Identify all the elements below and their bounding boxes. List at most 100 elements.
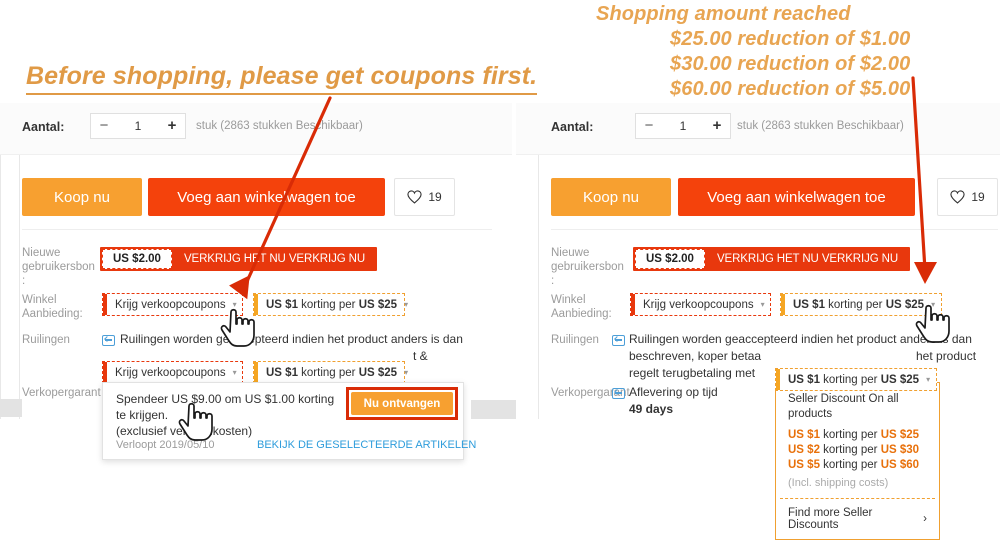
stock-availability-text: stuk (2863 stukken Beschikbaar) bbox=[737, 120, 904, 132]
new-user-coupon-action[interactable]: VERKRIJG HET NU VERKRIJG NU bbox=[172, 247, 377, 271]
exchange-icon bbox=[102, 335, 115, 346]
discount-threshold: US $25 bbox=[358, 298, 398, 311]
find-more-seller-discounts-link[interactable]: Find more Seller Discounts › bbox=[776, 499, 939, 539]
chip-accent-bar bbox=[776, 369, 780, 390]
discount-amount: US $1 bbox=[788, 373, 820, 386]
coupon-popup-text: Spendeer US $9.00 om US $1.00 korting te… bbox=[116, 391, 346, 439]
seller-guarantee-label: Verkopergarant bbox=[22, 387, 101, 399]
quantity-increment-button[interactable]: + bbox=[159, 114, 185, 138]
exchange-policy-text: Ruilingen worden geaccepteerd indien het… bbox=[120, 332, 463, 346]
get-coupons-dropdown-open[interactable]: Krijg verkoopcoupons ▾ bbox=[102, 361, 243, 384]
chip-accent-bar bbox=[254, 362, 258, 383]
quantity-label: Aantal: bbox=[551, 120, 594, 134]
exchange-policy-line-1: Ruilingen worden geaccepteerd indien het… bbox=[629, 332, 972, 346]
divider bbox=[551, 229, 998, 230]
exchange-label: Ruilingen bbox=[22, 334, 70, 346]
chevron-down-icon: ▾ bbox=[931, 299, 936, 309]
quantity-increment-button[interactable]: + bbox=[704, 114, 730, 138]
wishlist-count: 19 bbox=[428, 190, 442, 204]
quantity-value[interactable]: 1 bbox=[662, 119, 704, 133]
get-now-highlight-box: Nu ontvangen bbox=[346, 387, 458, 420]
discount-threshold: US $25 bbox=[885, 298, 925, 311]
discount-threshold: US $25 bbox=[358, 366, 398, 379]
product-panel-left: Aantal: − 1 + stuk (2863 stukken Beschik… bbox=[0, 103, 512, 419]
new-user-coupon[interactable]: US $2.00 VERKRIJG HET NU VERKRIJG NU bbox=[633, 247, 911, 271]
seller-discount-dropdown-label: US $1 korting per US $25 bbox=[266, 299, 397, 311]
exchange-policy-line-3: regelt terugbetaling met bbox=[629, 366, 756, 380]
discount-amount: US $1 bbox=[793, 298, 825, 311]
chip-accent-bar bbox=[254, 294, 258, 315]
divider bbox=[22, 229, 492, 230]
quantity-value[interactable]: 1 bbox=[117, 119, 159, 133]
heart-icon bbox=[950, 190, 965, 204]
seller-discount-shipping-note: (Incl. shipping costs) bbox=[788, 477, 889, 489]
quantity-stepper[interactable]: − 1 + bbox=[90, 113, 186, 139]
coupon-detail-popup: Spendeer US $9.00 om US $1.00 korting te… bbox=[102, 382, 476, 460]
exchange-policy-line-2: beschreven, koper betaa bbox=[629, 349, 762, 363]
buy-now-button[interactable]: Koop nu bbox=[551, 178, 671, 216]
new-user-coupon-label: Nieuwe gebruikersbon : bbox=[551, 247, 624, 287]
seller-discount-dropdown[interactable]: US $1 korting per US $25 ▾ bbox=[780, 293, 942, 316]
chevron-right-icon: › bbox=[923, 513, 927, 525]
seller-discount-dropdown[interactable]: US $1 korting per US $25 ▾ bbox=[253, 293, 409, 316]
new-user-coupon-amount: US $2.00 bbox=[635, 249, 705, 269]
quantity-label: Aantal: bbox=[22, 120, 65, 134]
new-user-coupon-label: Nieuwe gebruikersbon : bbox=[22, 247, 95, 287]
wishlist-button[interactable]: 19 bbox=[937, 178, 998, 216]
new-user-coupon[interactable]: US $2.00 VERKRIJG HET NU VERKRIJG NU bbox=[100, 247, 378, 271]
tier-amount: US $1 bbox=[788, 429, 820, 441]
placeholder-bar-right bbox=[0, 399, 22, 417]
store-offer-label: Winkel Aanbieding: bbox=[22, 294, 83, 320]
wishlist-count: 19 bbox=[971, 190, 985, 204]
annotation-right-line-3: $60.00 reduction of $5.00 bbox=[670, 78, 911, 100]
tier-text: korting per bbox=[819, 444, 881, 456]
quantity-row-right: Aantal: − 1 + stuk (2863 stukken Beschik… bbox=[516, 103, 1000, 155]
get-coupons-dropdown[interactable]: Krijg verkoopcoupons ▾ bbox=[102, 293, 243, 316]
tier-amount: US $2 bbox=[788, 444, 820, 456]
wishlist-button[interactable]: 19 bbox=[394, 178, 455, 216]
chevron-down-icon: ▾ bbox=[404, 367, 409, 377]
seller-discount-dropdown-duplicate[interactable]: US $1 korting per US $25 ▾ bbox=[253, 361, 409, 384]
quantity-decrement-button[interactable]: − bbox=[91, 114, 117, 138]
quantity-row: Aantal: − 1 + stuk (2863 stukken Beschik… bbox=[0, 103, 512, 155]
tier-text: korting per bbox=[819, 429, 881, 441]
get-coupons-dropdown[interactable]: Krijg verkoopcoupons ▾ bbox=[630, 293, 771, 316]
seller-discount-tier: US $1 korting per US $25 bbox=[776, 428, 939, 443]
new-user-coupon-amount: US $2.00 bbox=[102, 249, 172, 269]
quantity-stepper[interactable]: − 1 + bbox=[635, 113, 731, 139]
chip-accent-bar bbox=[103, 294, 107, 315]
discount-middle: korting per bbox=[824, 298, 886, 311]
seller-discount-tier: US $2 korting per US $30 bbox=[776, 443, 939, 458]
exchange-label: Ruilingen bbox=[551, 334, 599, 346]
exchange-policy-line-2-tail: het product bbox=[916, 349, 977, 363]
delivery-label: Aflevering op tijd bbox=[629, 385, 718, 399]
coupon-popup-line-3: (exclusief verzendkosten) bbox=[116, 424, 253, 438]
chevron-down-icon: ▾ bbox=[760, 299, 765, 309]
seller-discount-dropdown-open[interactable]: US $1 korting per US $25 ▾ bbox=[775, 368, 937, 391]
chip-accent-bar bbox=[631, 294, 635, 315]
buy-now-button[interactable]: Koop nu bbox=[22, 178, 142, 216]
tier-threshold: US $60 bbox=[880, 459, 920, 471]
discount-middle: korting per bbox=[297, 366, 359, 379]
chevron-down-icon: ▾ bbox=[232, 367, 237, 377]
discount-middle: korting per bbox=[819, 373, 881, 386]
discount-amount: US $1 bbox=[266, 366, 298, 379]
coupon-popup-line-2: krijgen. bbox=[129, 408, 169, 422]
tier-text: korting per bbox=[819, 459, 881, 471]
new-user-coupon-action[interactable]: VERKRIJG HET NU VERKRIJG NU bbox=[705, 247, 910, 271]
annotation-right-line-2: $30.00 reduction of $2.00 bbox=[670, 53, 911, 75]
annotation-right-line-1: $25.00 reduction of $1.00 bbox=[670, 28, 911, 50]
add-to-cart-button[interactable]: Voeg aan winkelwagen toe bbox=[148, 178, 385, 216]
discount-threshold: US $25 bbox=[880, 373, 920, 386]
seller-discount-dropdown-label: US $1 korting per US $25 bbox=[793, 299, 924, 311]
seller-discount-dropdown-duplicate-label: US $1 korting per US $25 bbox=[266, 367, 397, 379]
get-coupons-dropdown-label: Krijg verkoopcoupons bbox=[115, 298, 226, 311]
annotation-right: Shopping amount reached $25.00 reduction… bbox=[596, 2, 910, 102]
chevron-down-icon: ▾ bbox=[404, 299, 409, 309]
get-now-button[interactable]: Nu ontvangen bbox=[351, 392, 453, 415]
coupon-popup-view-items-link[interactable]: BEKIJK DE GESELECTEERDE ARTIKELEN bbox=[257, 439, 476, 451]
chip-accent-bar bbox=[781, 294, 785, 315]
quantity-decrement-button[interactable]: − bbox=[636, 114, 662, 138]
discount-middle: korting per bbox=[297, 298, 359, 311]
add-to-cart-button[interactable]: Voeg aan winkelwagen toe bbox=[678, 178, 915, 216]
